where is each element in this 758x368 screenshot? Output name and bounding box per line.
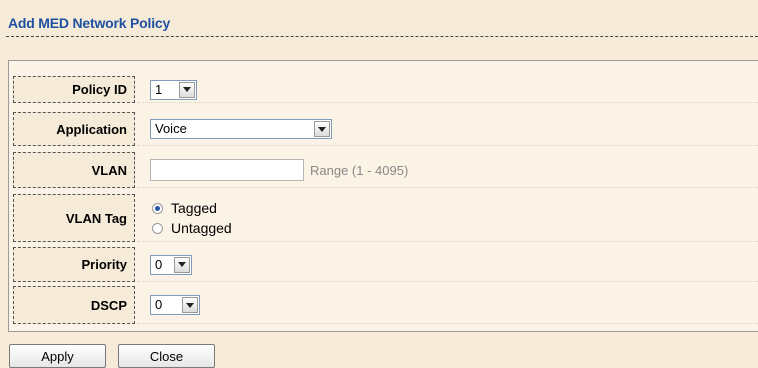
- chevron-down-icon[interactable]: [174, 256, 190, 273]
- vlan-tag-untagged-option[interactable]: Untagged: [152, 220, 232, 236]
- dscp-select[interactable]: 0: [150, 295, 200, 315]
- priority-label: Priority: [13, 247, 135, 282]
- vlan-range-hint: Range (1 - 4095): [310, 162, 409, 178]
- vlan-tag-untagged-label: Untagged: [171, 220, 232, 236]
- vlan-tag-label: VLAN Tag: [13, 194, 135, 242]
- priority-row: Priority 0: [13, 247, 758, 282]
- dscp-row: DSCP 0: [13, 286, 758, 324]
- vlan-row: VLAN Range (1 - 4095): [13, 152, 758, 188]
- priority-field: 0: [150, 247, 192, 282]
- policy-id-field: 1: [150, 76, 197, 103]
- policy-id-row: Policy ID 1: [13, 76, 758, 103]
- application-row: Application Voice: [13, 112, 758, 146]
- close-button[interactable]: Close: [118, 344, 215, 368]
- dscp-label: DSCP: [13, 286, 135, 324]
- radio-unchecked-icon[interactable]: [152, 222, 163, 234]
- vlan-input[interactable]: [150, 159, 304, 181]
- apply-button[interactable]: Apply: [9, 344, 106, 368]
- policy-id-label: Policy ID: [13, 76, 135, 103]
- vlan-tag-radio-group: Tagged Untagged: [152, 200, 232, 236]
- vlan-tag-tagged-option[interactable]: Tagged: [152, 200, 232, 216]
- title-divider: [6, 36, 758, 37]
- header: Add MED Network Policy: [0, 0, 758, 52]
- policy-id-value: 1: [155, 81, 163, 97]
- application-field: Voice: [150, 112, 332, 146]
- page-title: Add MED Network Policy: [8, 15, 171, 31]
- dscp-field: 0: [150, 286, 200, 324]
- vlan-field: Range (1 - 4095): [150, 152, 408, 188]
- chevron-down-icon[interactable]: [182, 297, 198, 313]
- policy-id-select[interactable]: 1: [150, 79, 197, 100]
- application-value: Voice: [155, 121, 187, 136]
- radio-checked-icon[interactable]: [152, 202, 163, 214]
- vlan-tag-row: VLAN Tag Tagged Untagged: [13, 194, 758, 242]
- application-label: Application: [13, 112, 135, 146]
- chevron-down-icon[interactable]: [179, 81, 195, 98]
- priority-select[interactable]: 0: [150, 254, 192, 275]
- chevron-down-icon[interactable]: [314, 121, 330, 137]
- application-select[interactable]: Voice: [150, 119, 332, 139]
- vlan-tag-field: Tagged Untagged: [150, 194, 232, 242]
- vlan-tag-tagged-label: Tagged: [171, 200, 217, 216]
- vlan-label: VLAN: [13, 152, 135, 188]
- dscp-value: 0: [155, 297, 163, 312]
- priority-value: 0: [155, 256, 163, 272]
